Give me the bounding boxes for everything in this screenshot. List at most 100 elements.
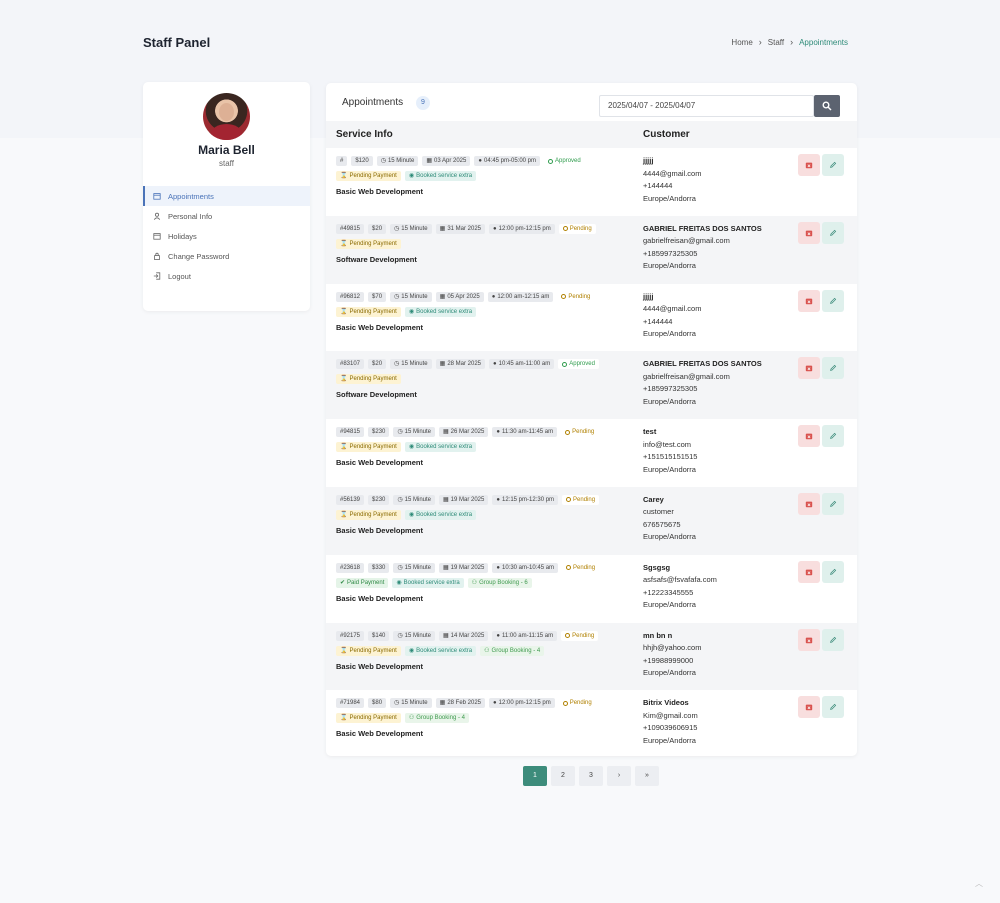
status-badge: Approved [544, 156, 585, 166]
breadcrumb-staff[interactable]: Staff [768, 38, 784, 47]
edit-appointment-button[interactable] [822, 696, 844, 719]
hourglass-icon: ⌛ [340, 444, 348, 451]
customer-name: test [643, 427, 657, 437]
status-circle-icon [562, 361, 568, 367]
service-name: Basic Web Development [336, 187, 423, 196]
appointment-meta: #96812 $70 ◷ 15 Minute ▦ 05 Apr 2025 ● 12:00 am… [336, 291, 595, 302]
breadcrumb-home[interactable]: Home [731, 38, 752, 47]
appointment-tags: ⌛ Pending Payment [336, 374, 401, 385]
scroll-top-icon[interactable]: ︿ [975, 878, 983, 889]
row-actions [798, 289, 844, 312]
pencil-icon [830, 229, 837, 236]
appointments-card: Appointments 9 2025/04/07 - 2025/04/07 S… [326, 83, 857, 756]
customer-info: test info@test.com +151515151515 Europe/And… [643, 426, 697, 476]
edit-appointment-button[interactable] [822, 154, 844, 176]
date-range-input[interactable]: 2025/04/07 - 2025/04/07 [599, 95, 814, 117]
pencil-icon [830, 365, 837, 372]
sidebar-item-logout[interactable]: Logout [143, 266, 310, 286]
service-name: Basic Web Development [336, 525, 423, 535]
cancel-appointment-button[interactable] [798, 560, 820, 583]
calendar-x-icon [805, 230, 813, 236]
payment-status-tag: ⌛ Pending Payment [336, 171, 401, 181]
user-icon [153, 212, 161, 220]
profile-card: Maria Bell staff Appointments Personal I… [143, 82, 310, 311]
appointment-date: ▦ 28 Mar 2025 [435, 359, 486, 370]
page-button[interactable]: 2 [551, 766, 575, 786]
appointment-price: $80 [368, 698, 387, 709]
status-badge: Pending [561, 630, 599, 641]
sidebar-item-appointments[interactable]: Appointments [143, 186, 310, 206]
cancel-appointment-button[interactable] [798, 289, 820, 312]
eye-icon: ◉ [408, 173, 415, 179]
cancel-appointment-button[interactable] [798, 357, 820, 380]
eye-icon: ◉ [408, 308, 415, 315]
search-button[interactable] [814, 95, 840, 117]
payment-status-tag: ⌛ Pending Payment [336, 306, 401, 317]
edit-appointment-button[interactable] [822, 560, 844, 583]
appointment-meta: # $120 ◷ 15 Minute ▦ 03 Apr 2025 ● 04:45 pm-05:… [336, 156, 585, 166]
page-button[interactable]: 1 [523, 766, 547, 786]
sidebar-item-holidays[interactable]: Holidays [143, 226, 310, 246]
pagination: 1 2 3 ›» [523, 766, 659, 786]
sidebar-item-change-password[interactable]: Change Password [143, 246, 310, 266]
customer-info: jjjjj 4444@gmail.com +144444 Europe/Andorra [643, 155, 701, 205]
clock-icon: ◷ [394, 700, 400, 707]
status-badge: Pending [562, 562, 600, 573]
customer-email: customer [643, 507, 674, 517]
hourglass-icon: ⌛ [340, 511, 348, 518]
page-button[interactable]: 3 [579, 766, 603, 786]
edit-appointment-button[interactable] [822, 289, 844, 312]
clock-icon: ● [496, 496, 500, 503]
cancel-appointment-button[interactable] [798, 154, 820, 176]
sidebar-item-personal-info[interactable]: Personal Info [143, 206, 310, 226]
sidebar-item-label: Appointments [168, 191, 214, 201]
appointment-id: #94815 [336, 427, 365, 438]
table-row: # $120 ◷ 15 Minute ▦ 03 Apr 2025 ● 04:45 pm-05:… [326, 148, 857, 216]
page-button[interactable]: » [635, 766, 659, 786]
page-title: Staff Panel [143, 35, 211, 50]
payment-status-tag: ✔ Paid Payment [336, 577, 389, 588]
service-name: Software Development [336, 390, 417, 400]
edit-appointment-button[interactable] [822, 357, 844, 380]
edit-appointment-button[interactable] [822, 492, 844, 515]
customer-info: GABRIEL FREITAS DOS SANTOS gabrielfreisan… [643, 223, 762, 273]
users-icon: ⚇ [408, 715, 415, 722]
service-name: Basic Web Development [336, 322, 423, 332]
appointment-time: ● 12:00 pm-12:15 pm [489, 698, 555, 709]
appointment-date: ▦ 19 Mar 2025 [439, 494, 489, 505]
calendar-x-icon [805, 501, 813, 508]
column-header-customer: Customer [643, 129, 690, 140]
pencil-icon [830, 297, 837, 304]
appointment-price: $140 [368, 630, 390, 641]
customer-timezone: Europe/Andorra [643, 261, 696, 271]
appointment-tags: ⌛ Pending Payment ◉ Booked service extra [336, 306, 477, 317]
appointment-meta: #71984 $80 ◷ 15 Minute ▦ 28 Feb 2025 ● 12:00 pm… [336, 698, 596, 709]
page-button[interactable]: › [607, 766, 631, 786]
clock-icon: ◷ [397, 632, 403, 639]
cancel-appointment-button[interactable] [798, 425, 820, 448]
appointment-id: #83107 [336, 359, 365, 370]
appointment-date: ▦ 14 Mar 2025 [439, 630, 489, 641]
edit-appointment-button[interactable] [822, 425, 844, 448]
table-row: #49815 $20 ◷ 15 Minute ▦ 31 Mar 2025 ● 12:00 pm… [326, 215, 857, 284]
edit-appointment-button[interactable] [822, 221, 844, 244]
lock-icon [154, 252, 160, 260]
edit-appointment-button[interactable] [822, 628, 844, 651]
appointment-tags: ⌛ Pending Payment ⚇ Group Booking - 4 [336, 713, 469, 724]
appointment-time: ● 12:00 am-12:15 am [487, 291, 554, 302]
cancel-appointment-button[interactable] [798, 628, 820, 651]
cancel-appointment-button[interactable] [798, 696, 820, 719]
clock-icon: ◷ [394, 361, 400, 368]
status-badge: Pending [562, 494, 600, 505]
appointment-duration: ◷ 15 Minute [390, 698, 432, 709]
customer-timezone: Europe/Andorra [643, 396, 696, 406]
service-extra-tag: ◉ Booked service extra [404, 645, 477, 656]
appointment-price: $20 [368, 359, 387, 370]
appointment-time: ● 10:30 am-10:45 am [492, 562, 559, 573]
cancel-appointment-button[interactable] [798, 221, 820, 244]
cancel-appointment-button[interactable] [798, 492, 820, 515]
appointment-duration: ◷ 15 Minute [376, 156, 419, 166]
sidebar-item-label: Holidays [168, 231, 197, 241]
hourglass-icon: ⌛ [340, 240, 348, 247]
calendar-icon [153, 233, 161, 240]
